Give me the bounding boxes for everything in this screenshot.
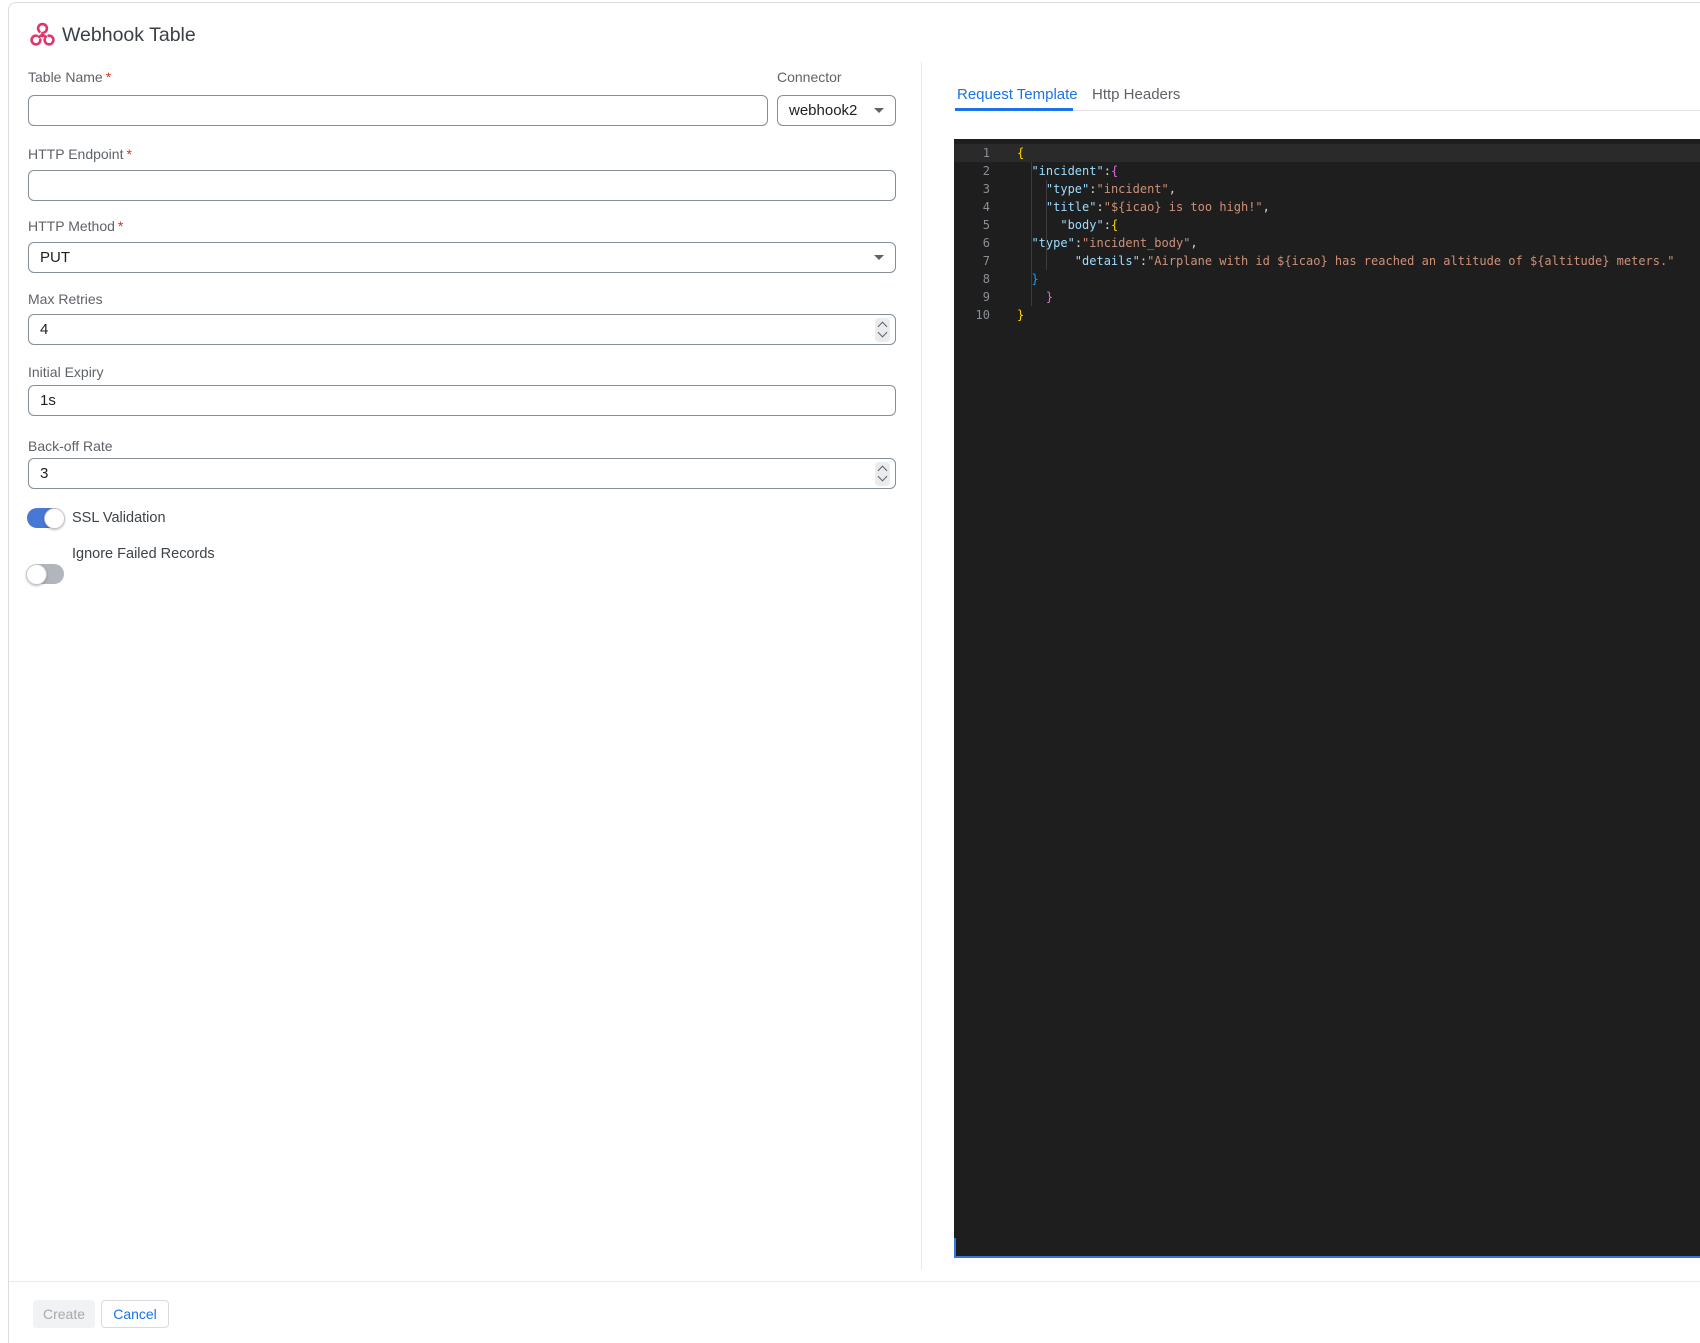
toggle-knob <box>26 563 47 585</box>
backoff-rate-label: Back-off Rate <box>28 438 113 454</box>
code-line[interactable]: 1{ <box>954 144 1700 162</box>
editor-focus-accent <box>954 1238 956 1256</box>
required-asterisk: * <box>126 146 132 162</box>
code-line[interactable]: 10} <box>954 306 1700 324</box>
tab-request-template[interactable]: Request Template <box>957 86 1078 103</box>
line-number: 5 <box>982 218 990 232</box>
page-title: Webhook Table <box>62 24 196 46</box>
code-line[interactable]: 2 "incident":{ <box>954 162 1700 180</box>
initial-expiry-input[interactable] <box>28 385 896 416</box>
max-retries-label: Max Retries <box>28 291 103 307</box>
panel-divider <box>921 62 922 1270</box>
connector-select[interactable]: webhook2 <box>777 95 896 126</box>
ssl-validation-toggle[interactable] <box>27 507 65 529</box>
line-number: 2 <box>982 164 990 178</box>
required-asterisk: * <box>105 69 112 85</box>
cancel-button[interactable]: Cancel <box>101 1300 169 1328</box>
line-number: 4 <box>982 200 990 214</box>
http-endpoint-input[interactable] <box>28 170 896 201</box>
ssl-validation-label: SSL Validation <box>72 510 166 526</box>
chevron-down-icon <box>874 108 884 113</box>
ignore-failed-records-toggle[interactable] <box>26 563 64 585</box>
line-number: 8 <box>982 272 990 286</box>
http-endpoint-label: HTTP Endpoint * <box>28 146 132 162</box>
code-line[interactable]: 7 "details":"Airplane with id ${icao} ha… <box>954 252 1700 270</box>
toggle-knob <box>44 507 65 529</box>
code-lines: 1{2 "incident":{3 "type":"incident", 4 "t… <box>954 144 1700 324</box>
ignore-failed-records-label: Ignore Failed Records <box>72 546 215 562</box>
required-asterisk: * <box>117 218 124 234</box>
connector-label: Connector <box>777 69 842 85</box>
line-number: 9 <box>982 290 990 304</box>
webhook-icon <box>30 22 55 46</box>
code-line[interactable]: 8 } <box>954 270 1700 288</box>
backoff-rate-stepper[interactable] <box>875 461 890 486</box>
code-line[interactable]: 4 "title":"${icao} is too high!", <box>954 198 1700 216</box>
line-number: 7 <box>982 254 990 268</box>
code-line[interactable]: 6 "type":"incident_body", <box>954 234 1700 252</box>
code-line[interactable]: 9 } <box>954 288 1700 306</box>
code-line[interactable]: 5 "body":{ <box>954 216 1700 234</box>
chevron-down-icon <box>874 255 884 260</box>
line-number: 6 <box>982 236 990 250</box>
max-retries-input[interactable] <box>28 314 896 345</box>
tab-http-headers[interactable]: Http Headers <box>1092 86 1180 103</box>
indent-guide <box>1031 162 1032 306</box>
http-method-value: PUT <box>40 249 70 266</box>
max-retries-stepper[interactable] <box>875 317 890 342</box>
footer-divider <box>9 1281 1700 1282</box>
http-method-label: HTTP Method * <box>28 218 124 234</box>
chevron-down-icon <box>877 327 888 338</box>
line-number: 3 <box>982 182 990 196</box>
chevron-down-icon <box>877 471 888 482</box>
connector-value: webhook2 <box>789 102 858 119</box>
initial-expiry-label: Initial Expiry <box>28 364 104 380</box>
create-button[interactable]: Create <box>33 1300 95 1328</box>
code-line[interactable]: 3 "type":"incident", <box>954 180 1700 198</box>
http-method-select[interactable]: PUT <box>28 242 896 273</box>
table-name-label: Table Name * <box>28 69 112 85</box>
backoff-rate-input[interactable] <box>28 458 896 489</box>
table-name-input[interactable] <box>28 95 768 126</box>
active-tab-indicator <box>955 108 1073 111</box>
line-number: 10 <box>975 308 990 322</box>
indent-guide <box>1046 180 1047 270</box>
request-template-editor[interactable]: 1{2 "incident":{3 "type":"incident", 4 "t… <box>954 139 1700 1258</box>
line-number: 1 <box>982 146 990 160</box>
